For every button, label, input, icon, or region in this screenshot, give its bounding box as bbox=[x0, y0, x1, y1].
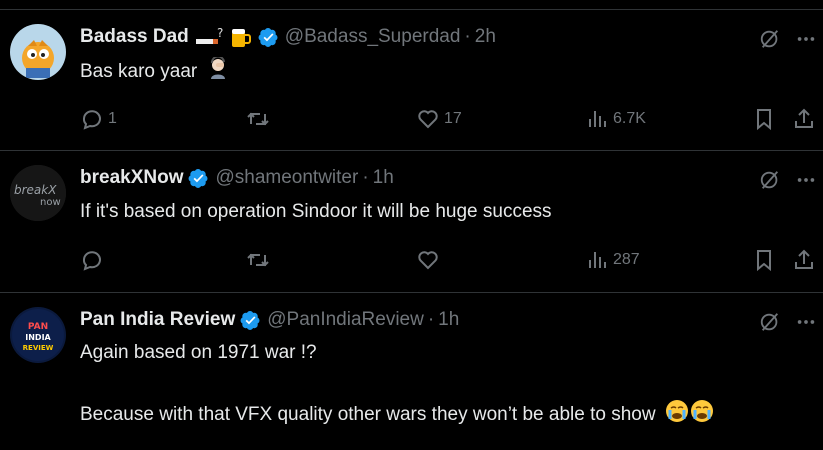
avatar-text-line2: now bbox=[40, 197, 61, 208]
cigarette-emoji-icon: ? bbox=[195, 26, 223, 48]
avatar-text-line1: breakX bbox=[14, 183, 57, 197]
avatar-text-line1: PAN bbox=[28, 322, 48, 332]
bookmark-button[interactable] bbox=[752, 104, 776, 134]
avatar[interactable]: PAN INDIA REVIEW bbox=[10, 307, 66, 363]
like-icon bbox=[418, 110, 438, 129]
share-icon bbox=[795, 108, 813, 128]
like-button[interactable]: 17 bbox=[416, 104, 462, 134]
tweet-actions: 287 bbox=[80, 245, 823, 275]
share-icon bbox=[795, 249, 813, 269]
user-handle[interactable]: @PanIndiaReview bbox=[267, 309, 424, 331]
reply-icon bbox=[82, 251, 101, 271]
facepalm-emoji-icon bbox=[207, 55, 229, 87]
grok-icon[interactable] bbox=[759, 28, 781, 50]
tweet-header: Badass Dad ? @Badass_Superdad · 2h bbox=[80, 24, 496, 50]
tweet[interactable]: PAN INDIA REVIEW Pan India Review @PanIn… bbox=[0, 293, 823, 450]
more-icon[interactable] bbox=[795, 28, 817, 50]
timestamp[interactable]: 1h bbox=[373, 167, 394, 189]
display-name[interactable]: breakXNow bbox=[80, 167, 183, 189]
share-button[interactable] bbox=[792, 245, 816, 275]
tweet-text: If it's based on operation Sindoor it wi… bbox=[80, 201, 552, 222]
separator: · bbox=[464, 26, 471, 47]
svg-text:?: ? bbox=[217, 26, 223, 40]
verified-icon bbox=[240, 310, 261, 331]
share-button[interactable] bbox=[792, 104, 816, 134]
bookmark-icon bbox=[757, 250, 771, 272]
grok-icon[interactable] bbox=[759, 169, 781, 191]
like-icon bbox=[418, 251, 438, 270]
tweet[interactable]: breakX now breakXNow @shameontwiter · 1h… bbox=[0, 151, 823, 293]
tweet-text-line2: Because with that VFX quality other wars… bbox=[80, 399, 715, 431]
grok-icon[interactable] bbox=[759, 311, 781, 333]
like-count: 17 bbox=[444, 110, 462, 127]
display-name[interactable]: Pan India Review bbox=[80, 309, 235, 331]
crying-emoji-icon bbox=[665, 399, 715, 431]
views-button[interactable]: 287 bbox=[585, 245, 640, 275]
reply-count: 1 bbox=[108, 110, 117, 127]
separator: · bbox=[427, 309, 435, 330]
user-handle[interactable]: @Badass_Superdad bbox=[285, 26, 461, 48]
avatar[interactable] bbox=[10, 24, 66, 80]
retweet-button[interactable] bbox=[246, 104, 274, 134]
verified-icon bbox=[188, 168, 209, 189]
tweet-header: Pan India Review @PanIndiaReview · 1h bbox=[80, 307, 459, 333]
avatar-text-line3: REVIEW bbox=[23, 344, 54, 352]
timestamp[interactable]: 1h bbox=[438, 309, 459, 331]
more-icon[interactable] bbox=[795, 169, 817, 191]
views-count: 287 bbox=[613, 251, 640, 268]
tweet-text-line1: Again based on 1971 war !? bbox=[80, 342, 317, 363]
verified-icon bbox=[258, 27, 279, 48]
like-button[interactable] bbox=[416, 245, 444, 275]
tweet-actions: 1 17 6.7K bbox=[80, 104, 823, 134]
reply-icon bbox=[82, 110, 101, 130]
tweet-text: Bas karo yaar bbox=[80, 55, 229, 87]
views-icon bbox=[589, 111, 606, 127]
separator: · bbox=[362, 167, 369, 188]
timestamp[interactable]: 2h bbox=[475, 26, 496, 48]
top-divider bbox=[0, 0, 823, 10]
avatar[interactable]: breakX now bbox=[10, 165, 66, 221]
user-handle[interactable]: @shameontwiter bbox=[215, 167, 358, 189]
avatar-text-line2: INDIA bbox=[25, 333, 51, 342]
views-icon bbox=[589, 252, 606, 268]
tweet-text-content: Bas karo yaar bbox=[80, 61, 198, 83]
retweet-button[interactable] bbox=[246, 245, 274, 275]
more-icon[interactable] bbox=[795, 311, 817, 333]
bookmark-icon bbox=[757, 109, 771, 131]
views-count: 6.7K bbox=[613, 110, 646, 127]
retweet-icon bbox=[247, 253, 269, 267]
tweet-text-content: Because with that VFX quality other wars… bbox=[80, 404, 656, 426]
retweet-icon bbox=[247, 112, 269, 126]
reply-button[interactable]: 1 bbox=[80, 104, 117, 134]
tweet-header: breakXNow @shameontwiter · 1h bbox=[80, 165, 394, 191]
reply-button[interactable] bbox=[80, 245, 108, 275]
views-button[interactable]: 6.7K bbox=[585, 104, 646, 134]
beer-emoji-icon bbox=[229, 25, 253, 49]
tweet[interactable]: Badass Dad ? @Badass_Superdad · 2h Bas k… bbox=[0, 10, 823, 151]
display-name[interactable]: Badass Dad bbox=[80, 26, 189, 48]
bookmark-button[interactable] bbox=[752, 245, 776, 275]
